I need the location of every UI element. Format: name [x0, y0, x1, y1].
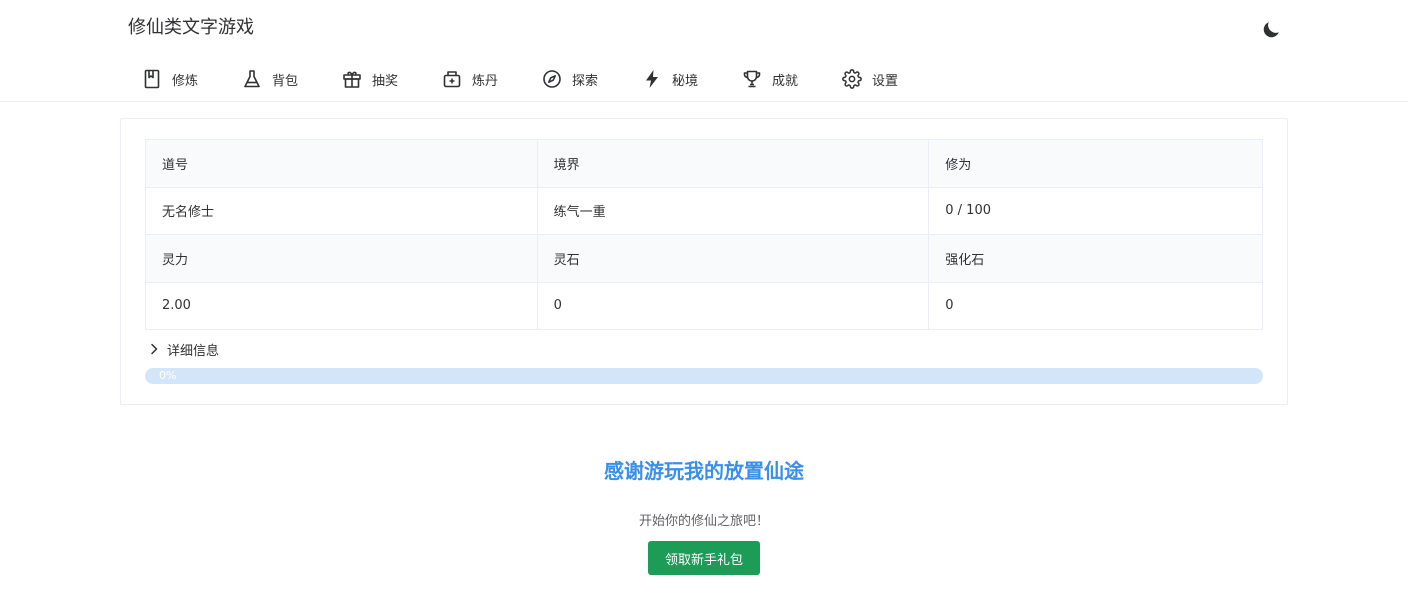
stat-value-spirit-power: 2.00 — [145, 281, 538, 330]
claim-newbie-gift-button[interactable]: 领取新手礼包 — [648, 541, 760, 575]
stat-value-daohao: 无名修士 — [145, 186, 538, 235]
gift-icon — [342, 69, 362, 89]
stat-value-enhance-stone: 0 — [928, 281, 1263, 330]
gear-icon — [842, 69, 862, 89]
stat-label-realm: 境界 — [536, 139, 930, 188]
nav-item-settings[interactable]: 设置 — [842, 64, 942, 94]
nav-item-achievements[interactable]: 成就 — [742, 64, 842, 94]
stat-label-spirit-power: 灵力 — [145, 234, 538, 283]
app-title: 修仙类文字游戏 — [128, 17, 254, 38]
welcome-title: 感谢游玩我的放置仙途 — [604, 459, 804, 483]
nav-label: 修炼 — [172, 73, 199, 89]
stat-value-realm: 练气一重 — [536, 186, 930, 235]
nav-item-cultivate[interactable]: 修炼 — [142, 64, 242, 94]
stat-label-daohao: 道号 — [145, 139, 538, 188]
stat-value-spirit-stone: 0 — [536, 281, 930, 330]
progress-text: 0% — [159, 369, 177, 382]
table-row: 2.00 0 0 — [145, 281, 1263, 330]
details-collapse-toggle[interactable]: 详细信息 — [147, 339, 219, 359]
medkit-icon — [442, 69, 462, 89]
nav-item-lottery[interactable]: 抽奖 — [342, 64, 442, 94]
nav-item-secret-realm[interactable]: 秘境 — [642, 64, 742, 94]
stat-label-cultivation: 修为 — [928, 139, 1263, 188]
table-row: 灵力 灵石 强化石 — [145, 234, 1263, 283]
moon-icon — [1263, 22, 1279, 38]
trophy-icon — [742, 69, 762, 89]
nav-label: 秘境 — [672, 73, 699, 89]
cultivation-progress-bar: 0% — [145, 368, 1263, 384]
stat-value-cultivation: 0 / 100 — [928, 186, 1263, 235]
details-label: 详细信息 — [167, 343, 220, 359]
table-row: 道号 境界 修为 — [145, 139, 1263, 188]
player-info-card: 道号 境界 修为 无名修士 练气一重 0 / 100 灵力 灵石 强化石 2.0… — [120, 118, 1288, 405]
flask-icon — [242, 69, 262, 89]
stat-label-enhance-stone: 强化石 — [928, 234, 1263, 283]
main-nav: 修炼 背包 抽奖 炼丹 探索 秘境 成就 设置 — [142, 64, 942, 94]
stat-label-spirit-stone: 灵石 — [536, 234, 930, 283]
player-stats-table: 道号 境界 修为 无名修士 练气一重 0 / 100 灵力 灵石 强化石 2.0… — [145, 139, 1263, 330]
compass-icon — [542, 69, 562, 89]
nav-label: 背包 — [272, 73, 299, 89]
nav-item-backpack[interactable]: 背包 — [242, 64, 342, 94]
table-row: 无名修士 练气一重 0 / 100 — [145, 186, 1263, 235]
nav-label: 炼丹 — [472, 73, 499, 89]
nav-item-explore[interactable]: 探索 — [542, 64, 642, 94]
nav-label: 抽奖 — [372, 73, 399, 89]
chevron-right-icon — [151, 343, 158, 355]
nav-item-alchemy[interactable]: 炼丹 — [442, 64, 542, 94]
app-header: 修仙类文字游戏 修炼 背包 抽奖 炼丹 探索 秘境 成就 设置 — [0, 0, 1408, 102]
lightning-icon — [642, 69, 662, 89]
book-icon — [142, 69, 162, 89]
theme-toggle-button[interactable] — [1260, 19, 1282, 41]
nav-label: 成就 — [772, 73, 799, 89]
nav-label: 探索 — [572, 73, 599, 89]
nav-label: 设置 — [872, 73, 899, 89]
welcome-subtitle: 开始你的修仙之旅吧！ — [638, 514, 769, 529]
